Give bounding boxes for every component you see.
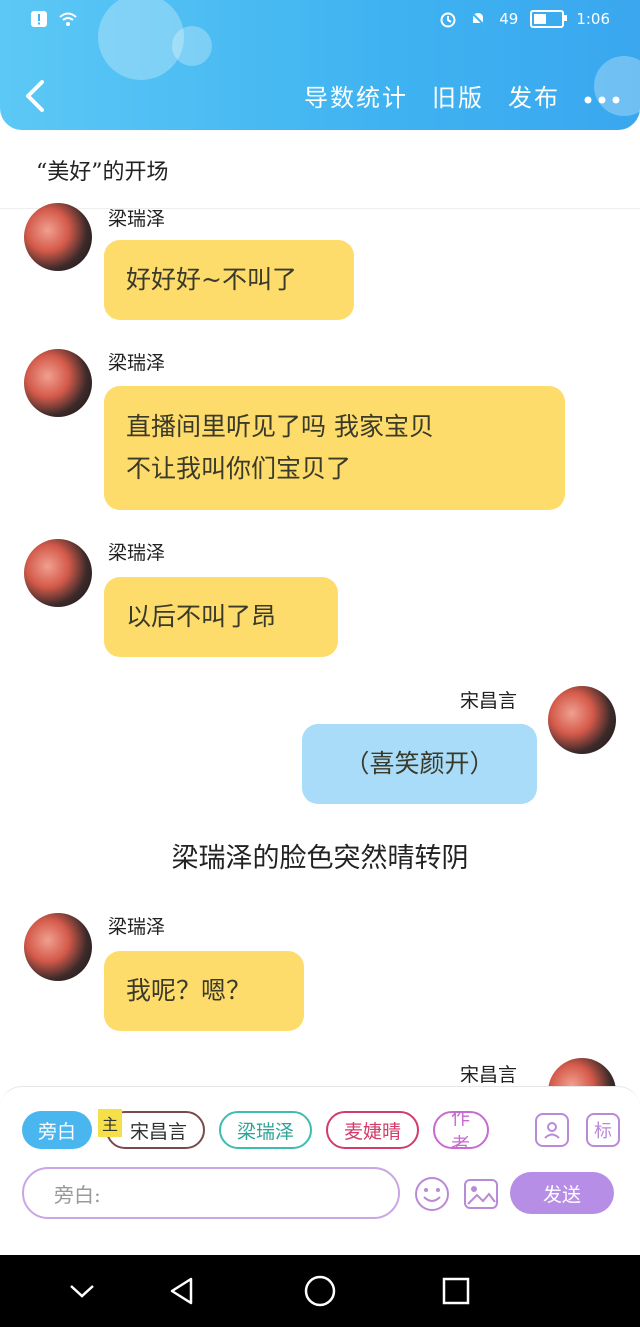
- alarm-icon: [439, 10, 457, 28]
- header-actions: 导数统计 旧版 发布: [304, 78, 620, 113]
- wifi-icon: [58, 10, 77, 28]
- chat-bubble[interactable]: （喜笑颜开）: [302, 724, 537, 804]
- top-header: 49 1:06 导数统计 旧版 发布: [0, 0, 640, 130]
- emoji-icon[interactable]: [413, 1175, 451, 1213]
- battery-icon: [530, 10, 568, 28]
- chat-bubble-line: 不让我叫你们宝贝了: [126, 454, 352, 483]
- contacts-icon[interactable]: [535, 1113, 569, 1147]
- role-chip-narrator[interactable]: 旁白: [22, 1111, 93, 1149]
- publish-button[interactable]: 发布: [508, 78, 560, 113]
- image-icon[interactable]: [462, 1175, 500, 1213]
- role-chip-liang-ruize[interactable]: 梁瑞泽: [219, 1111, 313, 1149]
- avatar-liang-ruize[interactable]: [24, 349, 92, 417]
- chat-bubble[interactable]: 以后不叫了昂: [104, 577, 338, 657]
- avatar-liang-ruize[interactable]: [24, 539, 92, 607]
- back-triangle-icon[interactable]: [164, 1273, 200, 1309]
- avatar-song-changyan[interactable]: [548, 686, 616, 754]
- send-button[interactable]: 发送: [510, 1172, 614, 1214]
- speaker-name: 梁瑞泽: [108, 352, 166, 374]
- role-chip-label: 宋昌言: [130, 1120, 188, 1143]
- narration-text: 梁瑞泽的脸色突然晴转阴: [171, 843, 469, 874]
- role-chip-song-changyan[interactable]: 主 宋昌言: [98, 1109, 206, 1149]
- back-arrow-icon[interactable]: [22, 78, 50, 114]
- stats-button[interactable]: 导数统计: [304, 78, 408, 113]
- battery-percent: 49: [499, 10, 519, 28]
- host-badge: 主: [98, 1109, 123, 1137]
- home-circle-icon[interactable]: [302, 1273, 338, 1309]
- role-chip-author[interactable]: 作者: [433, 1111, 490, 1149]
- tag-button[interactable]: 标: [586, 1113, 620, 1147]
- avatar-liang-ruize[interactable]: [24, 203, 92, 271]
- message-input[interactable]: 旁白:: [22, 1167, 400, 1219]
- old-version-button[interactable]: 旧版: [432, 78, 484, 113]
- notification-alert-icon: [30, 10, 48, 28]
- clock-time: 1:06: [576, 10, 610, 28]
- story-title: “美好”的开场: [36, 160, 169, 185]
- system-nav-bar: [0, 1255, 640, 1327]
- speaker-name: 梁瑞泽: [108, 208, 166, 230]
- role-chip-mai-jieqing[interactable]: 麦婕晴: [326, 1111, 420, 1149]
- recents-square-icon[interactable]: [438, 1273, 474, 1309]
- chat-bubble[interactable]: 我呢？嗯？: [104, 951, 304, 1031]
- hide-keyboard-icon[interactable]: [64, 1273, 100, 1309]
- speaker-name: 宋昌言: [460, 1064, 518, 1086]
- speaker-name: 梁瑞泽: [108, 916, 166, 938]
- chat-bubble[interactable]: 好好好~不叫了: [104, 240, 354, 320]
- mute-bell-icon: [469, 10, 487, 28]
- speaker-name: 宋昌言: [460, 690, 518, 712]
- status-bar: 49 1:06: [0, 10, 640, 36]
- chat-bubble-line: 直播间里听见了吗 我家宝贝: [126, 412, 434, 441]
- chat-bubble[interactable]: 直播间里听见了吗 我家宝贝 不让我叫你们宝贝了: [104, 386, 565, 510]
- story-title-bar: “美好”的开场: [0, 130, 640, 209]
- input-panel: 旁白 主 宋昌言 梁瑞泽 麦婕晴 作者 标 旁白: 发送: [0, 1086, 640, 1221]
- role-selector: 旁白 主 宋昌言 梁瑞泽 麦婕晴 作者: [22, 1109, 490, 1149]
- speaker-name: 梁瑞泽: [108, 542, 166, 564]
- avatar-liang-ruize[interactable]: [24, 913, 92, 981]
- more-icon[interactable]: [584, 79, 620, 112]
